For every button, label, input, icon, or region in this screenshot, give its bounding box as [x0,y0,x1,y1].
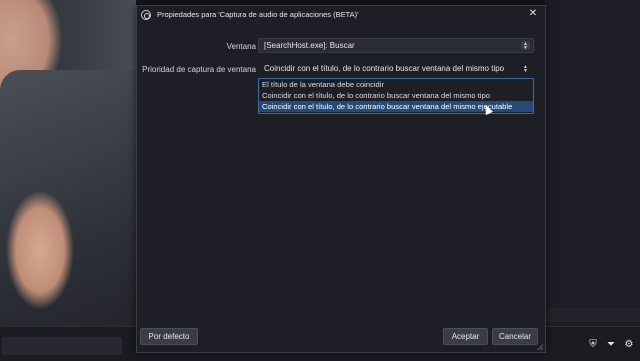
obs-bottom-field[interactable] [2,337,122,355]
priority-label: Prioridad de captura de ventana [142,65,256,74]
ok-button[interactable]: Aceptar [443,328,488,345]
priority-dropdown-list: El título de la ventana debe coincidir C… [258,78,534,114]
bottom-toolbar: ⛨ ⏷ ⚙ [588,338,634,350]
settings-icon[interactable]: ⚙ [624,338,634,350]
window-label: Ventana [226,42,256,51]
obs-panel-field [545,308,640,322]
window-select[interactable]: [SearchHost.exe]: Buscar ▲ ▼ [258,38,534,53]
defaults-button[interactable]: Por defecto [140,328,198,345]
chevron-down-icon: ▲ ▼ [523,63,528,74]
window-select-value: [SearchHost.exe]: Buscar [264,41,355,50]
obs-logo-icon [141,9,151,20]
close-icon[interactable]: ✕ [527,8,539,20]
shield-icon[interactable]: ⛨ [588,338,598,350]
filter-icon[interactable]: ⏷ [606,338,616,350]
dropdown-option[interactable]: Coincidir con el título, de lo contrario… [259,90,533,101]
updown-arrows-icon: ▲ ▼ [521,41,530,50]
resize-grip-icon[interactable] [537,344,543,350]
priority-select[interactable]: Coincidir con el título, de lo contrario… [258,61,534,76]
obs-main-panel [545,0,640,326]
priority-select-value: Coincidir con el título, de lo contrario… [264,64,505,73]
dropdown-option[interactable]: El título de la ventana debe coincidir [259,79,533,90]
webcam-hand [0,170,80,320]
dialog-titlebar: Propiedades para 'Captura de audio de ap… [137,6,545,23]
properties-dialog: Propiedades para 'Captura de audio de ap… [136,5,546,353]
cancel-button[interactable]: Cancelar [492,328,538,345]
dialog-title: Propiedades para 'Captura de audio de ap… [157,10,359,19]
